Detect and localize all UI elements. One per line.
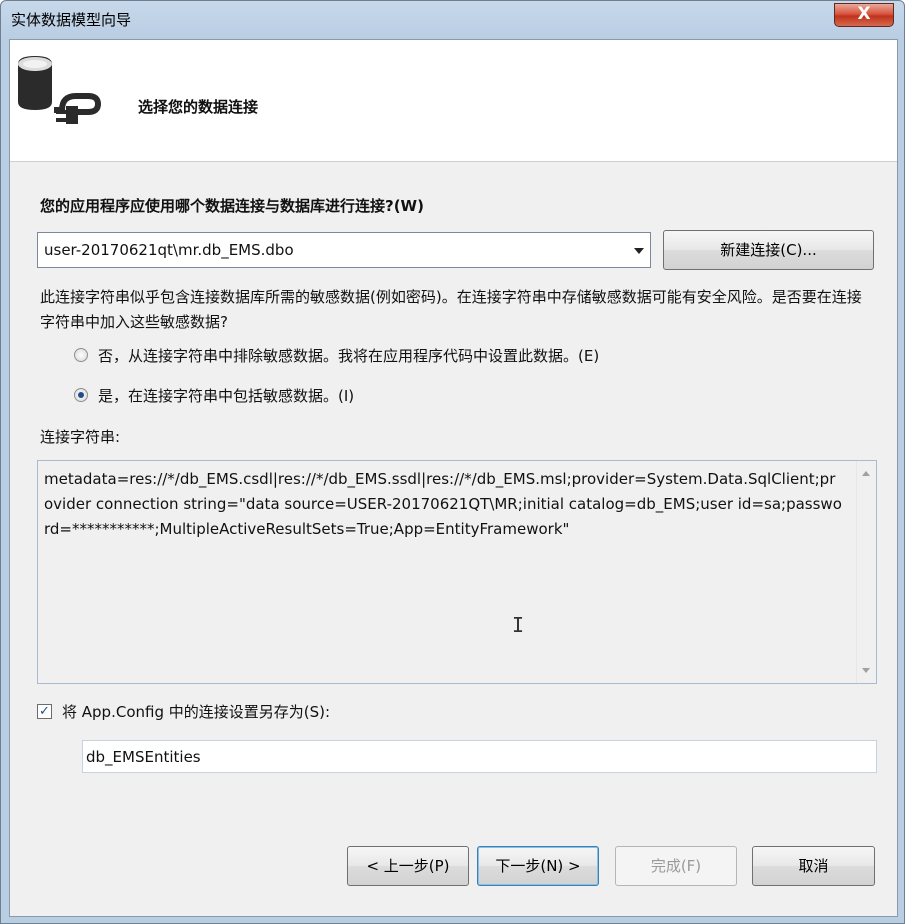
save-settings-checkbox[interactable]: ✓ (37, 703, 52, 719)
next-button[interactable]: 下一步(N) > (477, 846, 599, 886)
finish-button[interactable]: 完成(F) (615, 846, 737, 886)
radio-include-sensitive[interactable]: 是，在连接字符串中包括敏感数据。(I) (74, 384, 354, 406)
text-cursor-icon: I (512, 613, 525, 637)
entity-name-input[interactable]: db_EMSEntities (82, 740, 877, 773)
entity-name-value: db_EMSEntities (86, 748, 201, 766)
wizard-window: 实体数据模型向导 X 选择您的数据连接 您的应用程序应使用哪个数据连接与数据库进… (0, 0, 905, 924)
scroll-down-icon[interactable] (862, 668, 870, 673)
save-settings-row[interactable]: ✓ 将 App.Config 中的连接设置另存为(S): (37, 700, 330, 722)
connection-string-textbox[interactable]: metadata=res://*/db_EMS.csdl|res://*/db_… (37, 460, 877, 684)
wizard-banner: 选择您的数据连接 (10, 40, 897, 162)
back-button[interactable]: < 上一步(P) (347, 846, 469, 886)
scroll-up-icon[interactable] (862, 471, 870, 476)
connection-dropdown[interactable]: user-20170621qt\mr.db_EMS.dbo (37, 232, 651, 268)
radio-exclude-sensitive[interactable]: 否，从连接字符串中排除敏感数据。我将在应用程序代码中设置此数据。(E) (74, 344, 599, 366)
close-button[interactable]: X (834, 3, 894, 27)
connection-dropdown-value: user-20170621qt\mr.db_EMS.dbo (44, 241, 294, 259)
connection-prompt: 您的应用程序应使用哪个数据连接与数据库进行连接?(W) (40, 197, 424, 215)
sensitive-data-warning: 此连接字符串似乎包含连接数据库所需的敏感数据(例如密码)。在连接字符串中存储敏感… (40, 288, 862, 331)
radio-no-label: 否，从连接字符串中排除敏感数据。我将在应用程序代码中设置此数据。(E) (98, 346, 600, 365)
radio-yes-label: 是，在连接字符串中包括敏感数据。(I) (98, 386, 355, 405)
radio-yes[interactable] (74, 388, 88, 402)
connection-string-value: metadata=res://*/db_EMS.csdl|res://*/db_… (44, 470, 842, 538)
wizard-client-area: 选择您的数据连接 您的应用程序应使用哪个数据连接与数据库进行连接?(W) use… (9, 39, 898, 917)
save-settings-label: 将 App.Config 中的连接设置另存为(S): (62, 702, 331, 721)
database-plug-icon (18, 56, 102, 124)
cancel-button[interactable]: 取消 (752, 846, 875, 886)
window-title: 实体数据模型向导 (11, 11, 132, 29)
title-bar[interactable]: 实体数据模型向导 X (1, 1, 904, 39)
radio-no[interactable] (74, 348, 88, 362)
connection-string-label: 连接字符串: (40, 428, 121, 446)
new-connection-button[interactable]: 新建连接(C)... (663, 230, 874, 270)
dropdown-arrow-icon[interactable] (634, 248, 644, 254)
page-title: 选择您的数据连接 (138, 98, 259, 116)
vertical-scrollbar[interactable] (856, 461, 876, 683)
